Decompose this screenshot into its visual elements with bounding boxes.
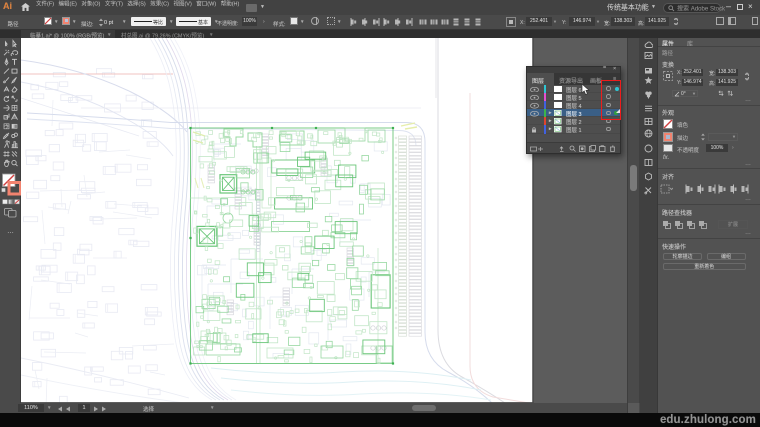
svg-text:…: … <box>7 228 14 235</box>
